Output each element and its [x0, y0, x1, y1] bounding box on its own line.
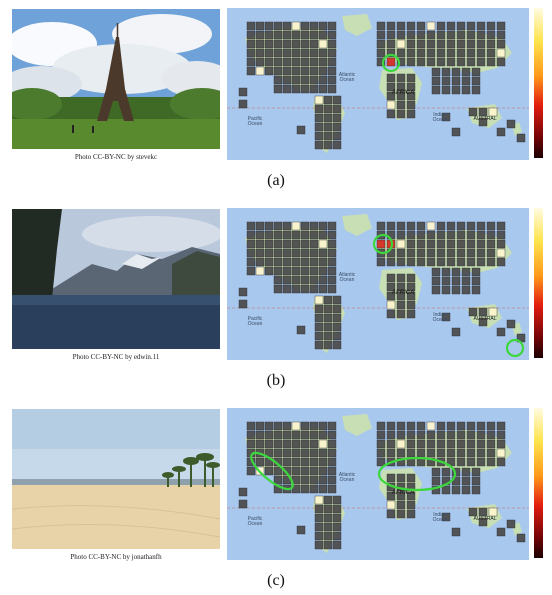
- svg-text:Ocean: Ocean: [248, 121, 263, 127]
- figure-row-b: Photo CC-BY-NC by edwin.11 Atlantic Ocean…: [0, 200, 552, 395]
- world-map-heatmap: Atlantic Ocean AFRICA Indian Ocean Pacific Oce…: [227, 8, 529, 160]
- photo-beach: [12, 409, 220, 549]
- svg-text:AUSTRAL: AUSTRAL: [473, 516, 496, 522]
- svg-text:Ocean: Ocean: [340, 77, 355, 83]
- world-map-heatmap: Atlantic Ocean AFRICA Indian Ocean Pacific Oce…: [227, 208, 529, 360]
- svg-text:Ocean: Ocean: [433, 517, 448, 523]
- panel-label: (b): [266, 372, 286, 389]
- svg-text:AFRICA: AFRICA: [391, 90, 415, 96]
- photo-credit: Photo CC-BY-NC by edwin.11: [72, 353, 160, 361]
- svg-text:Ocean: Ocean: [433, 317, 448, 323]
- panel-label: (c): [267, 572, 285, 589]
- figure-row-a: Photo CC-BY-NC by stevekc Atlantic Ocean A…: [0, 0, 552, 195]
- photo-fjord: [12, 209, 220, 349]
- panel-label: (a): [267, 172, 285, 189]
- svg-text:Ocean: Ocean: [248, 521, 263, 527]
- colorbar: [534, 408, 543, 558]
- world-map-heatmap: Atlantic Ocean AFRICA Indian Ocean Pacific Oce…: [227, 408, 529, 560]
- svg-text:Ocean: Ocean: [433, 117, 448, 123]
- figure-row-c: Photo CC-BY-NC by jonathanfh Atlantic Oce…: [0, 400, 552, 595]
- photo-credit: Photo CC-BY-NC by jonathanfh: [70, 553, 162, 561]
- svg-text:Ocean: Ocean: [248, 321, 263, 327]
- svg-text:AUSTRAL: AUSTRAL: [473, 116, 496, 122]
- svg-text:AUSTRAL: AUSTRAL: [473, 316, 496, 322]
- colorbar: [534, 208, 543, 358]
- svg-text:Ocean: Ocean: [340, 477, 355, 483]
- photo-eiffel-tower: [12, 9, 220, 149]
- svg-text:AFRICA: AFRICA: [391, 290, 415, 296]
- svg-text:Ocean: Ocean: [340, 277, 355, 283]
- photo-credit: Photo CC-BY-NC by stevekc: [74, 153, 158, 161]
- colorbar: [534, 8, 543, 158]
